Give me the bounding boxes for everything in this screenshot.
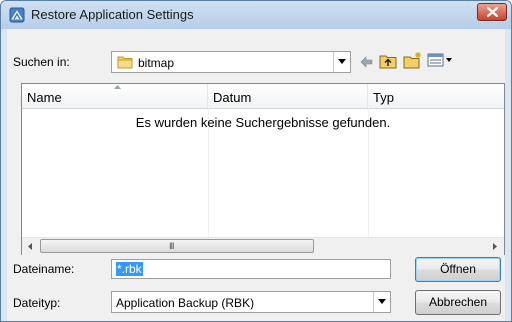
- scroll-left-button[interactable]: [22, 238, 39, 255]
- back-arrow-icon[interactable]: [359, 55, 373, 72]
- look-in-label: Suchen in:: [13, 55, 70, 69]
- empty-results-message: Es wurden keine Suchergebnisse gefunden.: [135, 115, 391, 130]
- dialog-window: Restore Application Settings Suchen in: …: [0, 0, 512, 322]
- file-name-label: Dateiname:: [13, 262, 75, 276]
- file-type-dropdown-arrow[interactable]: [373, 292, 390, 312]
- window-title: Restore Application Settings: [31, 7, 194, 22]
- chevron-left-icon: [28, 243, 32, 250]
- close-button[interactable]: [477, 3, 507, 21]
- scroll-right-button[interactable]: [487, 238, 504, 255]
- view-menu-icon[interactable]: [427, 53, 453, 70]
- open-button[interactable]: Öffnen: [415, 257, 501, 282]
- horizontal-scrollbar[interactable]: III: [22, 237, 504, 255]
- dialog-client-area: Suchen in: bitmap Name Datum Typ Es wurd…: [7, 29, 505, 321]
- app-icon: [9, 7, 25, 23]
- file-name-input[interactable]: *.rbk: [111, 259, 391, 279]
- look-in-value: bitmap: [138, 56, 175, 70]
- file-type-value: Application Backup (RBK): [116, 296, 255, 310]
- sort-ascending-icon: [114, 85, 121, 89]
- new-folder-icon[interactable]: [403, 51, 423, 72]
- file-list[interactable]: Name Datum Typ Es wurden keine Suchergeb…: [21, 83, 505, 255]
- title-bar[interactable]: Restore Application Settings: [1, 1, 511, 29]
- column-header-label: Datum: [213, 90, 252, 105]
- column-header-date[interactable]: Datum: [208, 84, 368, 108]
- column-header-label: Name: [27, 90, 62, 105]
- list-header: Name Datum Typ: [22, 84, 504, 109]
- column-header-label: Typ: [373, 90, 394, 105]
- close-icon: [487, 7, 498, 17]
- cancel-button[interactable]: Abbrechen: [415, 290, 501, 315]
- chevron-down-icon: [378, 299, 386, 304]
- look-in-dropdown[interactable]: bitmap: [111, 51, 351, 73]
- up-folder-icon[interactable]: [379, 53, 397, 72]
- scroll-thumb[interactable]: III: [40, 239, 314, 253]
- file-name-value: *.rbk: [116, 262, 143, 276]
- file-type-label: Dateityp:: [13, 296, 61, 310]
- file-type-dropdown[interactable]: Application Backup (RBK): [111, 291, 391, 313]
- chevron-right-icon: [493, 243, 497, 250]
- folder-icon: [117, 55, 133, 72]
- column-header-type[interactable]: Typ: [368, 84, 504, 108]
- scroll-grip: III: [169, 241, 175, 251]
- column-header-name[interactable]: Name: [22, 84, 208, 108]
- look-in-dropdown-arrow[interactable]: [333, 52, 350, 72]
- chevron-down-icon: [338, 59, 346, 64]
